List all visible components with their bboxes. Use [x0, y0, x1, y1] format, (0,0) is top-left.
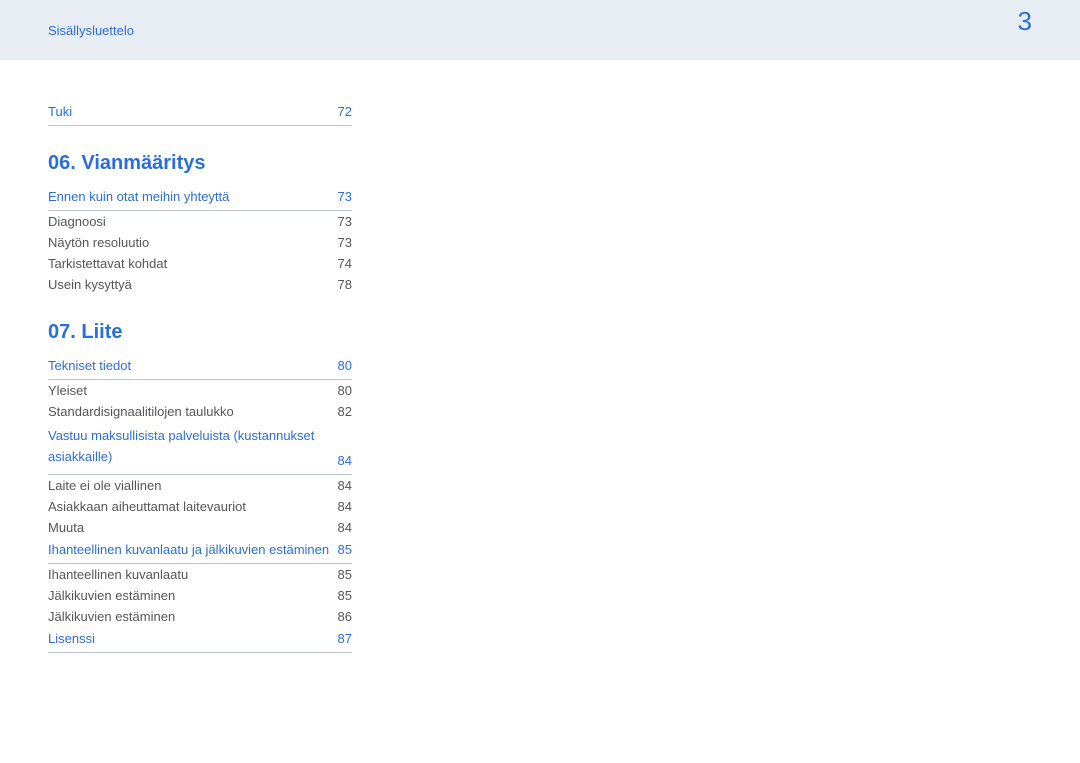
toc-link-page: 84	[338, 453, 352, 468]
toc-sub-row[interactable]: Asiakkaan aiheuttamat laitevauriot 84	[48, 496, 352, 517]
toc-sub-page: 84	[338, 478, 352, 493]
toc-sub-page: 86	[338, 609, 352, 624]
toc-sub-label: Jälkikuvien estäminen	[48, 588, 175, 603]
toc-sub-page: 85	[338, 567, 352, 582]
toc-link-page: 72	[338, 104, 352, 119]
toc-link-page: 80	[338, 358, 352, 373]
toc-sub-label: Jälkikuvien estäminen	[48, 609, 175, 624]
toc-link-page: 73	[338, 189, 352, 204]
toc-sub-row[interactable]: Muuta 84	[48, 517, 352, 538]
toc-link-label: Lisenssi	[48, 631, 95, 646]
toc-sub-page: 84	[338, 499, 352, 514]
toc-sub-label: Tarkistettavat kohdat	[48, 256, 167, 271]
toc-sub-label: Muuta	[48, 520, 84, 535]
toc-sub-label: Asiakkaan aiheuttamat laitevauriot	[48, 499, 246, 514]
toc-sub-row[interactable]: Usein kysyttyä 78	[48, 274, 352, 295]
toc-link-label: Tekniset tiedot	[48, 358, 131, 373]
header-bar: Sisällysluettelo	[0, 0, 1080, 60]
toc-sub-row[interactable]: Ihanteellinen kuvanlaatu 85	[48, 564, 352, 585]
toc-link-label: Ihanteellinen kuvanlaatu ja jälkikuvien …	[48, 542, 329, 557]
toc-sub-label: Usein kysyttyä	[48, 277, 132, 292]
toc-content: Tuki 72 06. Vianmääritys Ennen kuin otat…	[0, 60, 400, 693]
toc-link-label: Tuki	[48, 104, 72, 119]
toc-link-label: Vastuu maksullisista palveluista (kustan…	[48, 426, 338, 468]
toc-link-tuki[interactable]: Tuki 72	[48, 100, 352, 126]
toc-sub-label: Laite ei ole viallinen	[48, 478, 161, 493]
toc-link-tekniset-tiedot[interactable]: Tekniset tiedot 80	[48, 354, 352, 380]
toc-sub-row[interactable]: Laite ei ole viallinen 84	[48, 475, 352, 496]
toc-sub-label: Näytön resoluutio	[48, 235, 149, 250]
toc-sub-label: Diagnoosi	[48, 214, 106, 229]
toc-link-ennen-kuin[interactable]: Ennen kuin otat meihin yhteyttä 73	[48, 185, 352, 211]
toc-sub-page: 73	[338, 214, 352, 229]
toc-sub-label: Ihanteellinen kuvanlaatu	[48, 567, 188, 582]
toc-link-vastuu[interactable]: Vastuu maksullisista palveluista (kustan…	[48, 422, 352, 475]
page-number: 3	[1018, 6, 1032, 37]
section-heading-07: 07. Liite	[48, 321, 352, 344]
section-heading-06: 06. Vianmääritys	[48, 152, 352, 175]
toc-sub-page: 80	[338, 383, 352, 398]
toc-link-page: 87	[338, 631, 352, 646]
toc-link-ihanteellinen[interactable]: Ihanteellinen kuvanlaatu ja jälkikuvien …	[48, 538, 352, 564]
toc-sub-page: 74	[338, 256, 352, 271]
toc-sub-page: 73	[338, 235, 352, 250]
toc-sub-row[interactable]: Näytön resoluutio 73	[48, 232, 352, 253]
toc-sub-page: 84	[338, 520, 352, 535]
toc-link-page: 85	[338, 542, 352, 557]
toc-link-lisenssi[interactable]: Lisenssi 87	[48, 627, 352, 653]
toc-sub-row[interactable]: Standardisignaalitilojen taulukko 82	[48, 401, 352, 422]
toc-sub-label: Standardisignaalitilojen taulukko	[48, 404, 234, 419]
toc-sub-page: 85	[338, 588, 352, 603]
toc-sub-row[interactable]: Yleiset 80	[48, 380, 352, 401]
toc-sub-label: Yleiset	[48, 383, 87, 398]
toc-sub-page: 82	[338, 404, 352, 419]
breadcrumb[interactable]: Sisällysluettelo	[48, 23, 134, 38]
toc-sub-page: 78	[338, 277, 352, 292]
toc-sub-row[interactable]: Tarkistettavat kohdat 74	[48, 253, 352, 274]
toc-sub-row[interactable]: Diagnoosi 73	[48, 211, 352, 232]
toc-link-label: Ennen kuin otat meihin yhteyttä	[48, 189, 229, 204]
toc-sub-row[interactable]: Jälkikuvien estäminen 85	[48, 585, 352, 606]
toc-sub-row[interactable]: Jälkikuvien estäminen 86	[48, 606, 352, 627]
